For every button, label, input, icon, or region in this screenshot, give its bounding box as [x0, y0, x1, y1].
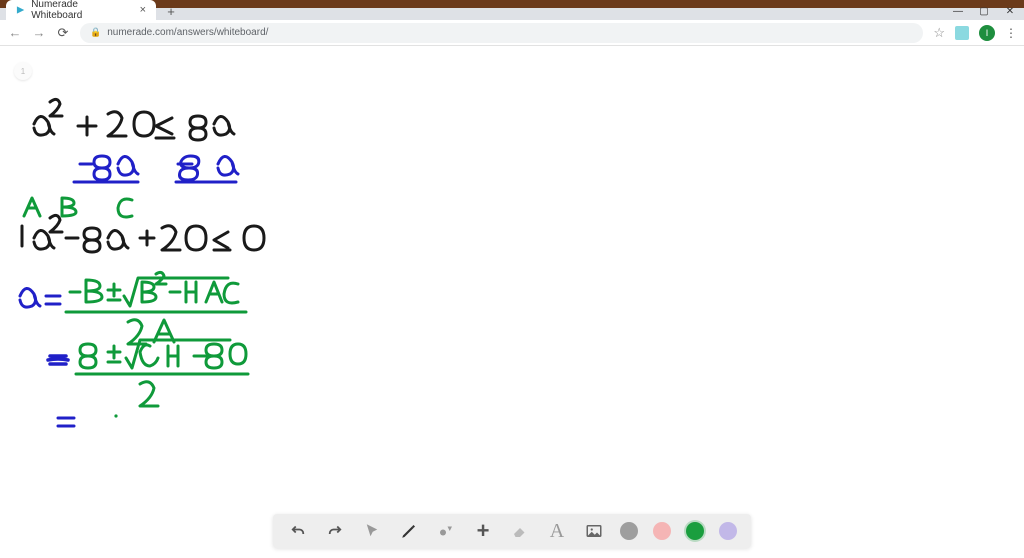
- browser-menu-icon[interactable]: ⋮: [1005, 26, 1016, 40]
- window-minimize-button[interactable]: —: [952, 6, 964, 17]
- pointer-tool-button[interactable]: [361, 520, 383, 542]
- nav-reload-button[interactable]: ⟳: [56, 26, 70, 40]
- new-tab-button[interactable]: +: [162, 2, 180, 20]
- color-gray-swatch[interactable]: [620, 522, 638, 540]
- profile-avatar[interactable]: I: [979, 25, 995, 41]
- page-content: 1: [0, 46, 1024, 558]
- url-text: numerade.com/answers/whiteboard/: [107, 27, 268, 38]
- color-purple-swatch[interactable]: [719, 522, 737, 540]
- tab-close-icon[interactable]: ×: [140, 4, 146, 16]
- browser-tab-active[interactable]: Numerade Whiteboard ×: [6, 0, 156, 20]
- image-tool-button[interactable]: [583, 520, 605, 542]
- pen-tool-button[interactable]: [398, 520, 420, 542]
- window-controls: — ▢ ✕: [952, 6, 1016, 17]
- tab-title: Numerade Whiteboard: [31, 0, 123, 21]
- bookmark-star-icon[interactable]: ☆: [933, 25, 945, 41]
- whiteboard-canvas[interactable]: [0, 46, 1024, 558]
- lock-icon: 🔒: [90, 27, 101, 38]
- undo-button[interactable]: [287, 520, 309, 542]
- color-pink-swatch[interactable]: [653, 522, 671, 540]
- window-close-button[interactable]: ✕: [1004, 6, 1016, 17]
- text-tool-button[interactable]: A: [546, 520, 568, 542]
- shapes-tool-button[interactable]: [435, 520, 457, 542]
- redo-button[interactable]: [324, 520, 346, 542]
- browser-address-bar: ← → ⟳ 🔒 numerade.com/answers/whiteboard/…: [0, 20, 1024, 46]
- whiteboard-toolbar: + A: [273, 514, 751, 548]
- add-button[interactable]: +: [472, 520, 494, 542]
- nav-back-button[interactable]: ←: [8, 26, 22, 40]
- nav-forward-button[interactable]: →: [32, 26, 46, 40]
- url-box[interactable]: 🔒 numerade.com/answers/whiteboard/: [80, 23, 923, 43]
- tab-favicon-icon: [16, 5, 25, 15]
- eraser-tool-button[interactable]: [509, 520, 531, 542]
- color-green-swatch[interactable]: [686, 522, 704, 540]
- addr-right-controls: ☆ I ⋮: [933, 25, 1016, 41]
- browser-tab-strip: Numerade Whiteboard × +: [0, 0, 1024, 20]
- extension-icon[interactable]: [955, 26, 969, 40]
- window-maximize-button[interactable]: ▢: [978, 6, 990, 17]
